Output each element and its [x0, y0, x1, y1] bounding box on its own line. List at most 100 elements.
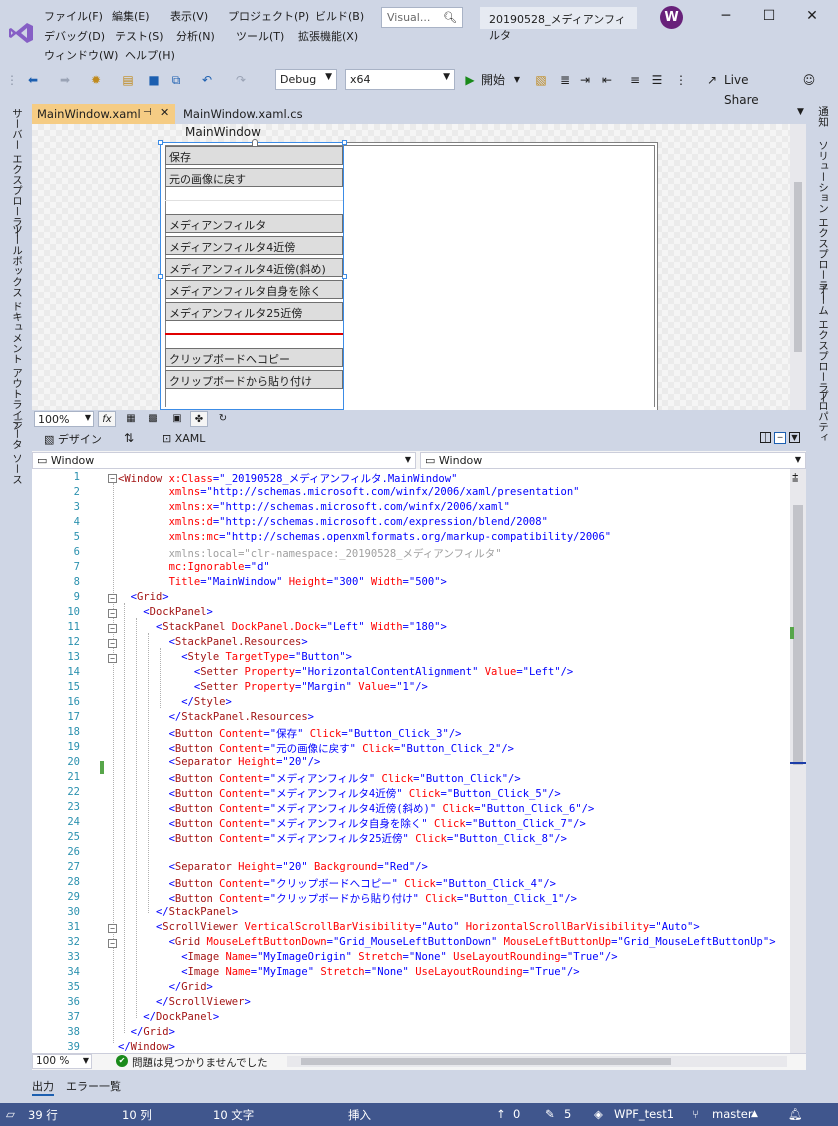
status-pending-edits[interactable]: 5 [564, 1107, 571, 1121]
code-line[interactable]: xmlns="http://schemas.microsoft.com/winf… [118, 486, 580, 498]
code-line[interactable]: <Separator Height="20"/> [118, 756, 321, 768]
code-line[interactable]: <Button Content="クリップボードから貼り付け" Click="B… [118, 891, 577, 906]
editor-horizontal-scrollbar[interactable] [287, 1056, 787, 1067]
grid-icon[interactable]: ▦ [122, 411, 140, 427]
maximize-icon[interactable]: ☐ [752, 4, 786, 28]
designer-button-median-4[interactable]: メディアンフィルタ4近傍 [165, 236, 343, 255]
live-tree-icon[interactable]: ▧ [532, 70, 550, 90]
menu-help[interactable]: ヘルプ(H) [125, 47, 175, 63]
code-line[interactable]: </StackPanel> [118, 906, 238, 918]
issues-status[interactable]: 問題は見つかりませんでした [132, 1055, 268, 1070]
notification-bell-icon[interactable]: 🔔︎ [788, 1107, 803, 1121]
output-tab[interactable]: 出力 [32, 1078, 54, 1096]
team-explorer-tab[interactable]: チーム エクスプローラー [816, 284, 831, 403]
collapse-icon[interactable]: − [108, 474, 117, 483]
code-line[interactable]: <Button Content="元の画像に戻す" Click="Button_… [118, 741, 514, 756]
xaml-designer[interactable]: MainWindow 保存 元の画像に戻す メディアンフィルタ メディアンフィル… [32, 124, 806, 410]
designer-button-median-exclude-self[interactable]: メディアンフィルタ自身を除く [165, 280, 343, 299]
code-line[interactable]: </Grid> [118, 1026, 175, 1038]
menu-window[interactable]: ウィンドウ(W) [44, 47, 118, 63]
element-member-dropdown[interactable]: ▭ Window ▼ [420, 452, 806, 469]
uncomment-icon[interactable]: ☰ [648, 70, 666, 90]
xaml-tab[interactable]: ⊡ XAML [162, 432, 205, 445]
new-project-icon[interactable]: ✹ [86, 70, 106, 90]
menu-file[interactable]: ファイル(F) [44, 8, 103, 24]
editor-zoom-dropdown[interactable]: 100 % ▼ [32, 1054, 92, 1069]
code-line[interactable]: <Button Content="メディアンフィルタ" Click="Butto… [118, 771, 521, 786]
back-icon[interactable]: ⬅︎ [22, 70, 44, 90]
notifications-tab[interactable]: 通知 [816, 106, 831, 127]
tab-mainwindow-xaml[interactable]: MainWindow.xaml ⊣ ✕ [32, 104, 175, 124]
code-line[interactable]: <Grid> [118, 591, 169, 603]
code-line[interactable]: <Setter Property="Margin" Value="1"/> [118, 681, 428, 693]
start-icon[interactable]: ▶ [463, 70, 477, 90]
code-line[interactable]: <Button Content="メディアンフィルタ25近傍" Click="B… [118, 831, 567, 846]
menu-project[interactable]: プロジェクト(P) [228, 8, 309, 24]
code-line[interactable]: xmlns:d="http://schemas.microsoft.com/ex… [118, 516, 548, 528]
code-line[interactable]: xmlns:mc="http://schemas.openxmlformats.… [118, 531, 612, 543]
code-line[interactable]: </StackPanel.Resources> [118, 711, 314, 723]
arrow-up-icon[interactable]: ↑ [496, 1107, 506, 1121]
server-explorer-tab[interactable]: サーバー エクスプローラー [10, 108, 25, 237]
tab-mainwindow-xaml-cs[interactable]: MainWindow.xaml.cs [178, 104, 308, 124]
account-avatar[interactable]: W [660, 6, 683, 29]
properties-tab[interactable]: プロパティ [816, 390, 831, 443]
code-line[interactable]: <Button Content="クリップボードへコピー" Click="But… [118, 876, 556, 891]
data-sources-tab[interactable]: データ ソース [10, 418, 25, 484]
toolbox-tab[interactable]: ツールボックス [10, 224, 25, 298]
snap-lines-icon[interactable]: ✤ [190, 411, 208, 427]
code-line[interactable]: xmlns:local="clr-namespace:_20190528_メディ… [118, 546, 502, 561]
branch-icon[interactable]: ⑂ [692, 1107, 699, 1121]
code-line[interactable]: <Button Content="メディアンフィルタ4近傍(斜め)" Click… [118, 801, 595, 816]
code-line[interactable]: <ScrollViewer VerticalScrollBarVisibilit… [118, 921, 700, 933]
close-icon[interactable]: ✕ [795, 4, 829, 28]
designer-button-restore[interactable]: 元の画像に戻す [165, 168, 343, 187]
status-chars[interactable]: 10 文字 [213, 1107, 254, 1123]
effects-icon[interactable]: fx [98, 411, 116, 427]
vertical-split-icon[interactable]: │ [760, 432, 771, 443]
menu-test[interactable]: テスト(S) [115, 28, 164, 44]
collapse-icon[interactable]: − [108, 924, 117, 933]
code-line[interactable]: </Grid> [118, 981, 213, 993]
start-button[interactable]: 開始 [481, 70, 515, 90]
designer-button-median-4-diag[interactable]: メディアンフィルタ4近傍(斜め) [165, 258, 343, 277]
scroll-thumb[interactable] [794, 182, 802, 352]
code-line[interactable]: </Window> [118, 1041, 175, 1053]
code-line[interactable]: Title="MainWindow" Height="300" Width="5… [118, 576, 447, 588]
chevron-up-icon[interactable]: ▲ [751, 1109, 758, 1119]
code-line[interactable]: <Window x:Class="_20190528_メディアンフィルタ.Mai… [118, 471, 457, 486]
resize-handle[interactable] [342, 140, 347, 145]
save-all-icon[interactable]: ⧉ [166, 70, 186, 90]
grid-snap-icon[interactable]: ▩ [144, 411, 162, 427]
pin-icon[interactable]: ⊣ [143, 107, 152, 118]
feedback-icon[interactable]: ☺ [800, 70, 818, 90]
element-type-dropdown[interactable]: ▭ Window ▼ [32, 452, 416, 469]
visual-studio-logo-icon[interactable] [8, 22, 34, 44]
designer-button-save[interactable]: 保存 [165, 146, 343, 165]
save-icon[interactable]: ■ [144, 70, 164, 90]
collapse-icon[interactable]: − [108, 624, 117, 633]
editor-vertical-scrollbar[interactable]: ⩲ [790, 469, 806, 1053]
minimize-icon[interactable]: ─ [709, 4, 743, 28]
scroll-thumb[interactable] [793, 505, 803, 765]
refresh-icon[interactable]: ↻ [214, 411, 232, 427]
code-line[interactable]: <Button Content="メディアンフィルタ自身を除く" Click="… [118, 816, 586, 831]
designer-vertical-scrollbar[interactable] [790, 124, 806, 410]
start-dropdown-icon[interactable]: ▼ [512, 70, 522, 90]
code-line[interactable]: </Style> [118, 696, 232, 708]
designer-button-paste[interactable]: クリップボードから貼り付け [165, 370, 343, 389]
solution-explorer-tab[interactable]: ソリューション エクスプローラー [816, 140, 831, 301]
code-line[interactable]: <StackPanel.Resources> [118, 636, 308, 648]
undo-icon[interactable]: ↶ [196, 70, 218, 90]
configuration-dropdown[interactable]: Debug ▼ [275, 69, 337, 90]
code-line[interactable]: mc:Ignorable="d" [118, 561, 270, 573]
code-line[interactable]: <StackPanel DockPanel.Dock="Left" Width=… [118, 621, 447, 633]
code-line[interactable]: xmlns:x="http://schemas.microsoft.com/wi… [118, 501, 510, 513]
menu-extensions[interactable]: 拡張機能(X) [298, 28, 358, 44]
live-share-icon[interactable]: ↗ [704, 70, 720, 90]
tab-overflow-icon[interactable]: ▼ [792, 104, 809, 124]
status-line[interactable]: 39 行 [28, 1107, 58, 1123]
designer-button-copy[interactable]: クリップボードへコピー [165, 348, 343, 367]
split-editor-icon[interactable]: ⩲ [792, 471, 798, 485]
close-tab-icon[interactable]: ✕ [160, 106, 169, 119]
